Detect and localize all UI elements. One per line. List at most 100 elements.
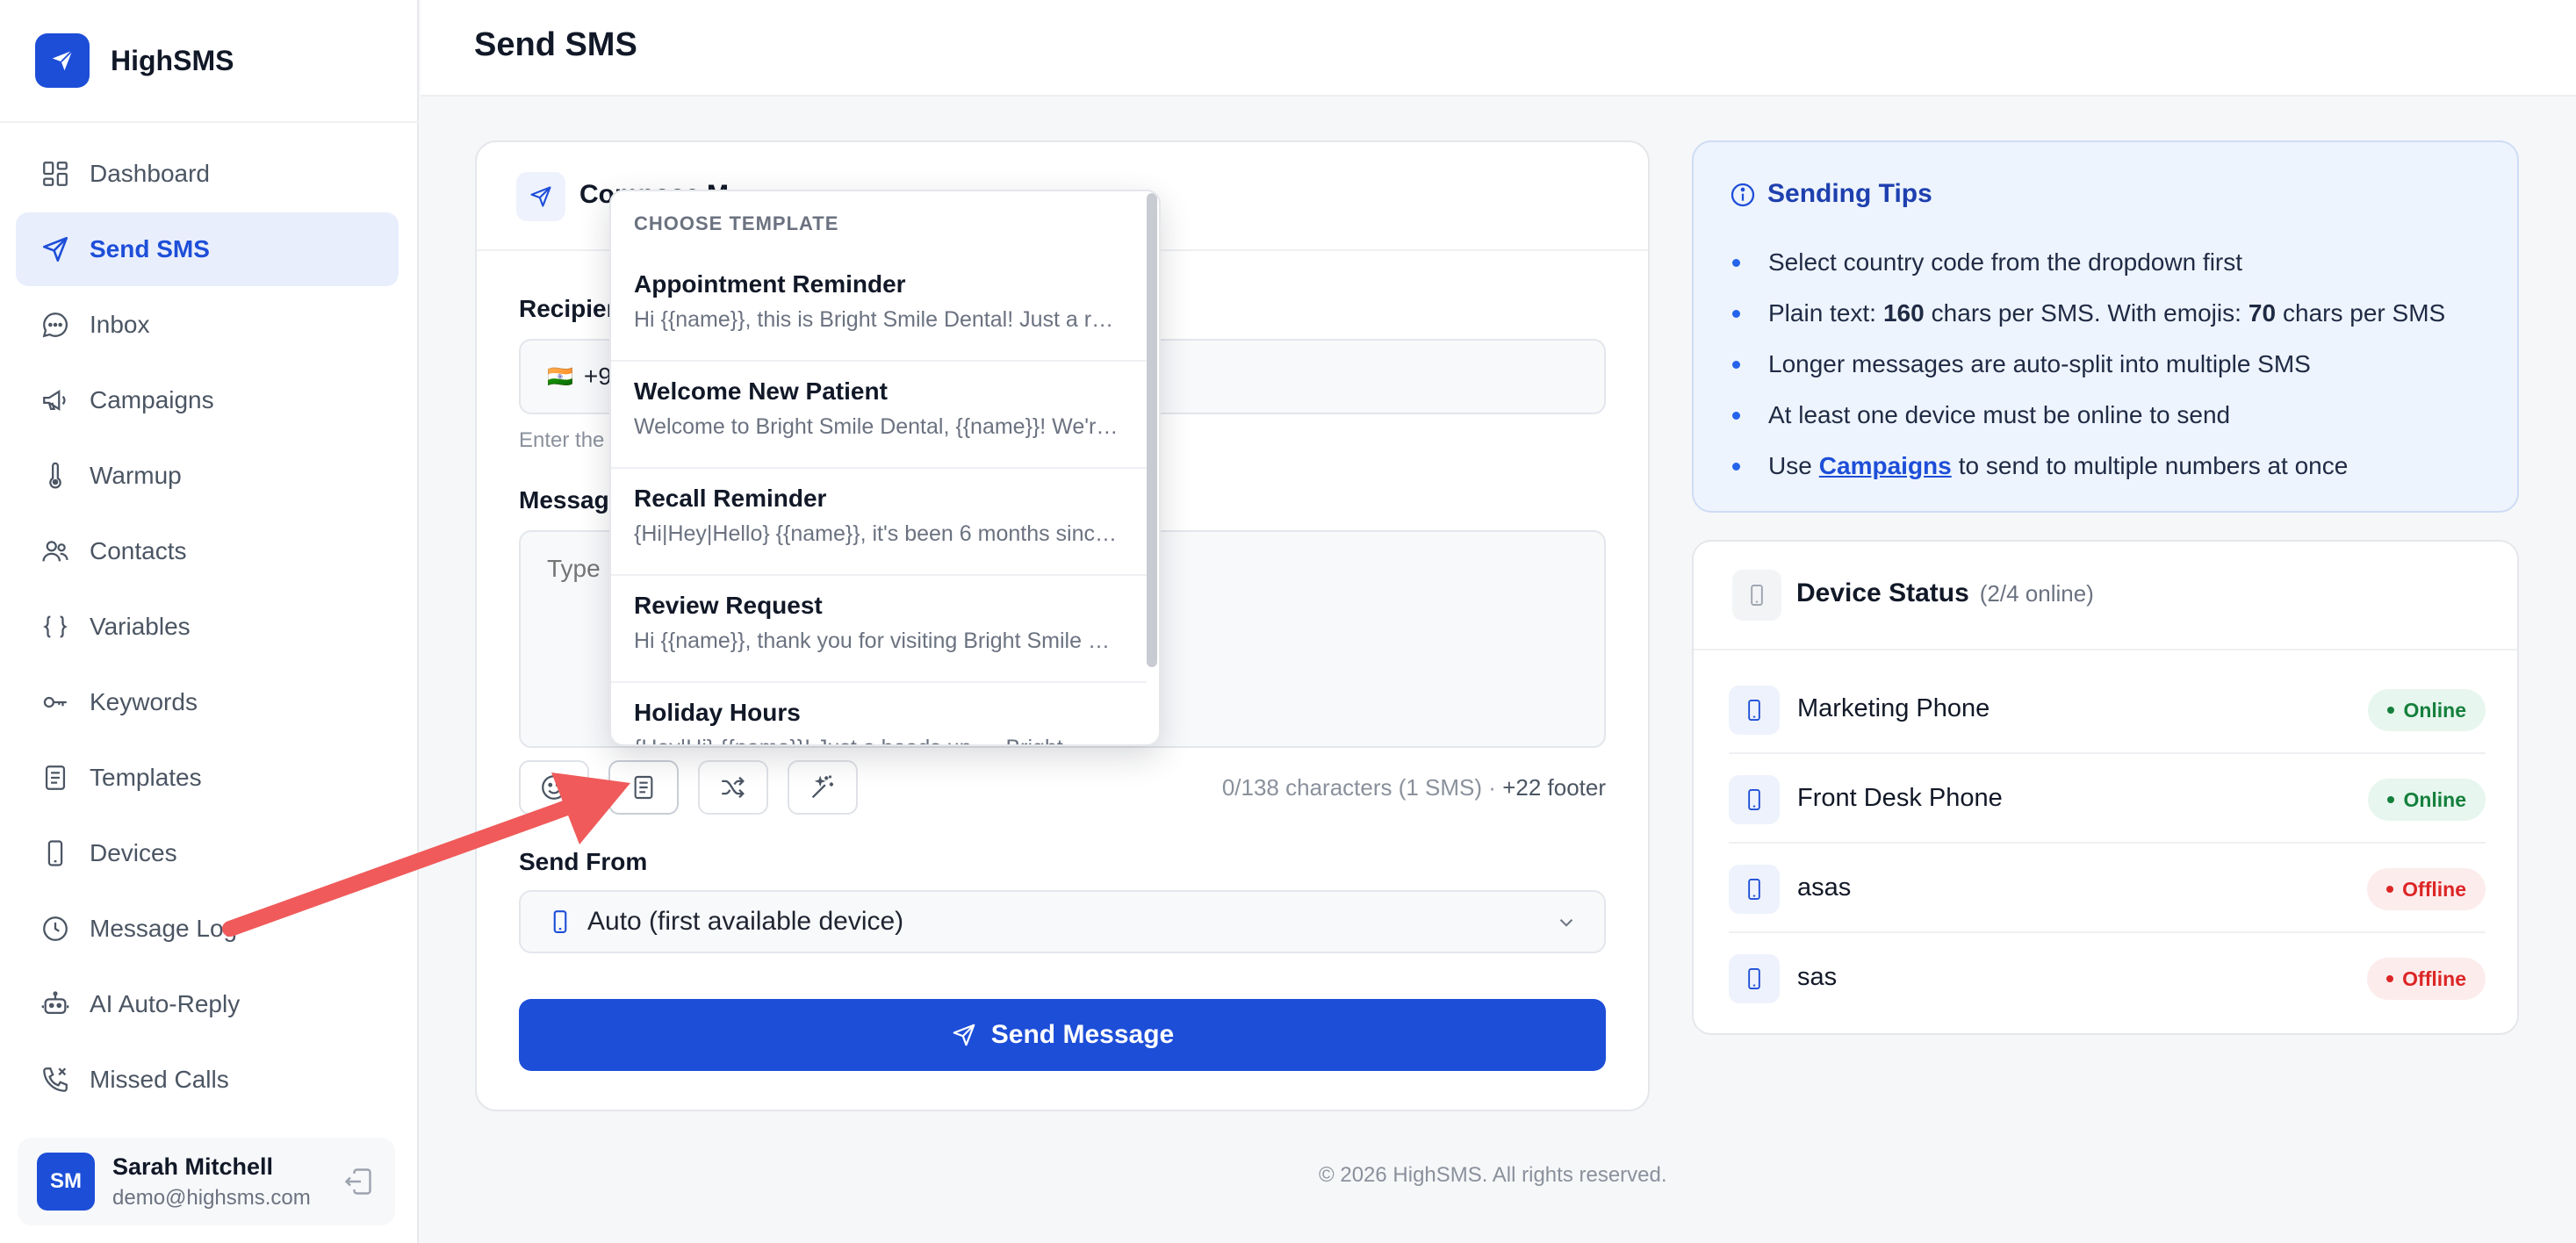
template-preview: Welcome to Bright Smile Dental, {{name}}… bbox=[634, 414, 1124, 439]
sidebar-item-devices[interactable]: Devices bbox=[16, 816, 399, 890]
sidebar-item-campaigns[interactable]: Campaigns bbox=[16, 363, 399, 437]
template-option-recall-reminder[interactable]: Recall Reminder {Hi|Hey|Hello} {{name}},… bbox=[611, 469, 1147, 576]
status-badge: Offline bbox=[2367, 868, 2486, 910]
sidebar-item-label: Devices bbox=[90, 839, 177, 866]
template-preview: Hi {{name}}, this is Bright Smile Dental… bbox=[634, 307, 1124, 332]
dropdown-scrollbar[interactable] bbox=[1147, 193, 1157, 667]
sidebar-item-label: Send SMS bbox=[90, 235, 210, 262]
tips-title: Sending Tips bbox=[1767, 179, 1932, 208]
phone-icon bbox=[553, 910, 567, 933]
device-status-card: Device Status (2/4 online) Marketing Phon… bbox=[1692, 540, 2519, 1035]
phone-icon bbox=[1732, 570, 1781, 621]
campaigns-link[interactable]: Campaigns bbox=[1819, 452, 1952, 480]
character-counter: 0/138 characters (1 SMS) · +22 footer bbox=[1222, 774, 1606, 801]
send-from-select[interactable]: Auto (first available device) bbox=[519, 890, 1606, 953]
sidebar-item-warmup[interactable]: Warmup bbox=[16, 439, 399, 513]
document-icon bbox=[45, 765, 66, 790]
chat-icon bbox=[42, 313, 68, 338]
template-option-welcome-new-patient[interactable]: Welcome New Patient Welcome to Bright Sm… bbox=[611, 362, 1147, 469]
sidebar-item-label: Keywords bbox=[90, 688, 198, 715]
thermometer-icon bbox=[49, 462, 61, 489]
emoji-icon bbox=[542, 775, 566, 800]
status-badge: Online bbox=[2368, 779, 2486, 821]
user-card[interactable]: SM Sarah Mitchell demo@highsms.com bbox=[18, 1138, 395, 1225]
phone-icon bbox=[1729, 686, 1780, 735]
sidebar-item-contacts[interactable]: Contacts bbox=[16, 514, 399, 588]
key-icon bbox=[43, 696, 67, 708]
device-row[interactable]: asas Offline bbox=[1729, 844, 2486, 933]
country-flag-icon[interactable]: 🇮🇳 bbox=[547, 364, 573, 390]
sidebar-item-dashboard[interactable]: Dashboard bbox=[16, 137, 399, 211]
online-count: (2/4 online) bbox=[1979, 580, 2094, 607]
template-title: Recall Reminder bbox=[634, 485, 827, 512]
device-row[interactable]: sas Offline bbox=[1729, 933, 2486, 1023]
sidebar-item-keywords[interactable]: Keywords bbox=[16, 665, 399, 739]
page-title: Send SMS bbox=[474, 26, 637, 63]
sidebar-item-templates[interactable]: Templates bbox=[16, 741, 399, 815]
sidebar-item-missed-calls[interactable]: Missed Calls bbox=[16, 1043, 399, 1117]
sidebar-item-variables[interactable]: Variables bbox=[16, 590, 399, 664]
avatar: SM bbox=[37, 1153, 95, 1211]
top-header: Send SMS bbox=[421, 0, 2576, 97]
sidebar-item-label: Contacts bbox=[90, 537, 187, 564]
brand-name: HighSMS bbox=[111, 44, 234, 76]
sidebar-item-label: Campaigns bbox=[90, 386, 214, 413]
sidebar-item-label: Inbox bbox=[90, 311, 150, 338]
brand-logo-icon bbox=[35, 33, 90, 88]
device-row[interactable]: Marketing Phone Online bbox=[1729, 665, 2486, 754]
template-title: Appointment Reminder bbox=[634, 270, 906, 298]
sidebar-item-send-sms[interactable]: Send SMS bbox=[16, 212, 399, 286]
sidebar-item-message-log[interactable]: Message Log bbox=[16, 892, 399, 966]
device-name: sas bbox=[1797, 963, 1838, 991]
user-name: Sarah Mitchell bbox=[112, 1153, 274, 1180]
tip-item: At least one device must be online to se… bbox=[1732, 390, 2445, 441]
send-button-label: Send Message bbox=[990, 1020, 1175, 1049]
user-email: demo@highsms.com bbox=[112, 1185, 311, 1210]
brand[interactable]: HighSMS bbox=[35, 33, 234, 88]
sidebar-item-label: AI Auto-Reply bbox=[90, 990, 241, 1017]
info-icon bbox=[1729, 181, 1757, 213]
template-preview: Hi {{name}}, thank you for visiting Brig… bbox=[634, 629, 1124, 653]
send-message-button[interactable]: Send Message bbox=[519, 999, 1606, 1071]
missed-call-icon bbox=[43, 1067, 68, 1092]
template-option-appointment-reminder[interactable]: Appointment Reminder Hi {{name}}, this i… bbox=[611, 255, 1147, 362]
tip-item: Use Campaigns to send to multiple numbers … bbox=[1732, 441, 2445, 492]
template-title: Holiday Hours bbox=[634, 699, 801, 726]
sidebar-item-label: Warmup bbox=[90, 462, 182, 489]
tip-item: Longer messages are auto-split into mult… bbox=[1732, 339, 2445, 390]
emoji-button[interactable] bbox=[519, 760, 589, 815]
footer-note: +22 footer bbox=[1502, 774, 1606, 801]
logout-icon[interactable] bbox=[342, 1166, 374, 1202]
status-badge: Online bbox=[2368, 689, 2486, 731]
shuffle-icon bbox=[722, 776, 745, 799]
template-dropdown: CHOOSE TEMPLATE Appointment Reminder Hi … bbox=[609, 190, 1161, 746]
template-title: Welcome New Patient bbox=[634, 377, 888, 405]
template-button[interactable] bbox=[608, 760, 679, 815]
sidebar-nav: Dashboard Send SMS Inbox Campaigns Warmu… bbox=[16, 137, 399, 1118]
magic-wand-icon bbox=[811, 775, 834, 799]
tips-list: Select country code from the dropdown fi… bbox=[1732, 237, 2445, 492]
braces-icon bbox=[43, 615, 68, 638]
template-preview: {Hi|Hey|Hello} {{name}}, it's been 6 mon… bbox=[634, 521, 1124, 546]
device-row[interactable]: Front Desk Phone Online bbox=[1729, 754, 2486, 844]
megaphone-icon bbox=[43, 390, 66, 411]
sidebar-item-ai-auto-reply[interactable]: AI Auto-Reply bbox=[16, 967, 399, 1041]
send-icon bbox=[42, 236, 68, 262]
dashboard-icon bbox=[43, 162, 68, 186]
send-icon bbox=[953, 1024, 975, 1046]
device-name: Marketing Phone bbox=[1797, 694, 1990, 722]
ai-writer-button[interactable] bbox=[788, 760, 858, 815]
robot-icon bbox=[41, 991, 69, 1015]
sidebar-item-inbox[interactable]: Inbox bbox=[16, 288, 399, 362]
device-status-title: Device Status (2/4 online) bbox=[1796, 578, 2094, 607]
clock-icon bbox=[43, 916, 68, 941]
phone-icon bbox=[1729, 865, 1780, 914]
spintax-button[interactable] bbox=[698, 760, 768, 815]
template-option-review-request[interactable]: Review Request Hi {{name}}, thank you fo… bbox=[611, 576, 1147, 683]
dropdown-heading: CHOOSE TEMPLATE bbox=[634, 212, 839, 234]
message-label: Messag bbox=[519, 486, 609, 514]
template-title: Review Request bbox=[634, 592, 823, 619]
phone-icon bbox=[1729, 775, 1780, 824]
template-list: Appointment Reminder Hi {{name}}, this i… bbox=[611, 255, 1147, 744]
template-option-holiday-hours[interactable]: Holiday Hours {Hey|Hi} {{name}}! Just a … bbox=[611, 683, 1147, 744]
